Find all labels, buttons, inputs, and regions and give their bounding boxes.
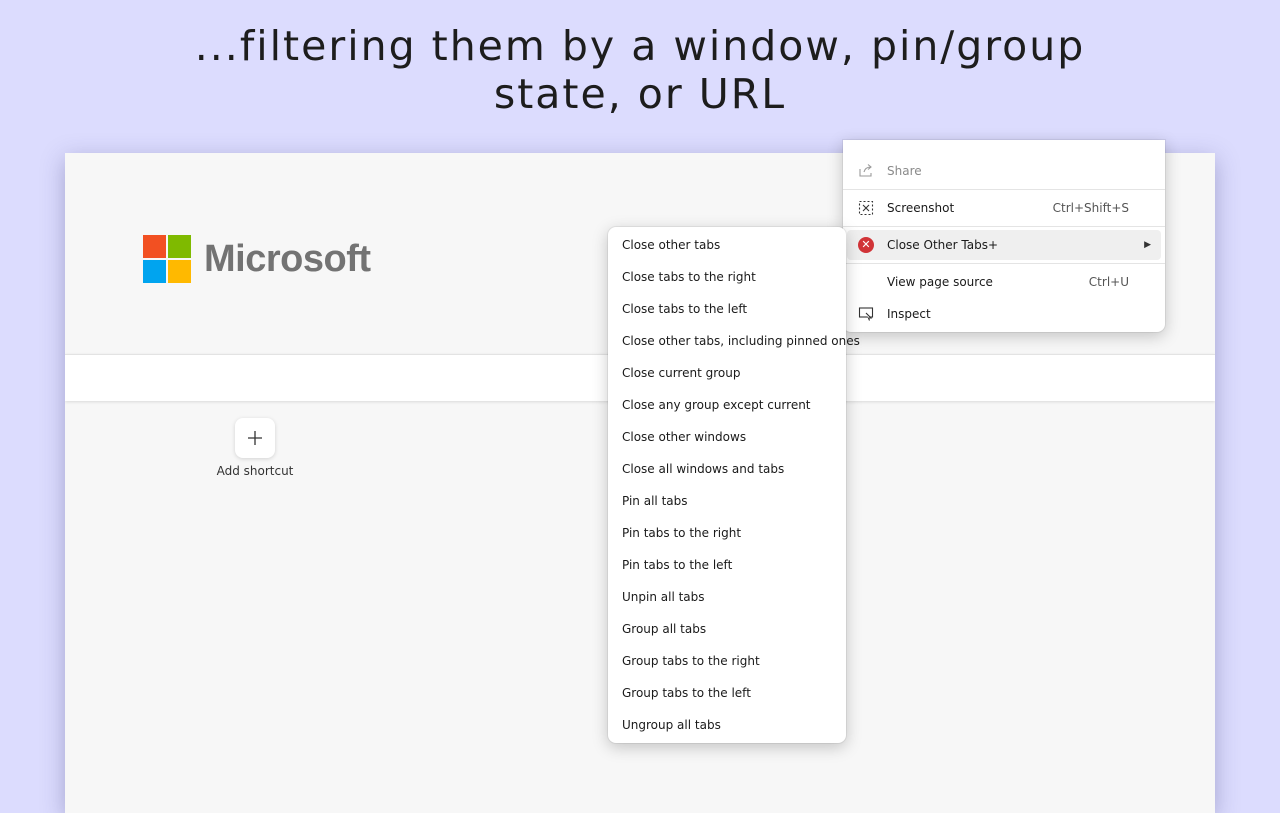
add-shortcut-button[interactable] — [235, 418, 275, 458]
menu-item-close-other-tabs-plus[interactable]: ✕ Close Other Tabs+ ▶ — [847, 230, 1161, 260]
submenu-item-close-other-groups[interactable]: Close any group except current — [622, 389, 842, 421]
close-other-tabs-submenu: Close other tabs Close tabs to the right… — [608, 227, 860, 743]
microsoft-logo: Microsoft — [143, 235, 371, 283]
menu-item-label: Close Other Tabs+ — [887, 238, 999, 252]
menu-item-shortcut: Ctrl+Shift+S — [1052, 201, 1129, 215]
menu-separator — [843, 263, 1165, 264]
menu-item-view-page-source[interactable]: View page source Ctrl+U — [847, 267, 1161, 297]
microsoft-wordmark: Microsoft — [204, 237, 371, 280]
plus-icon — [248, 431, 262, 445]
menu-separator — [843, 189, 1165, 190]
submenu-item-group-tabs-right[interactable]: Group tabs to the right — [622, 645, 842, 677]
submenu-item-ungroup-all-tabs[interactable]: Ungroup all tabs — [622, 709, 842, 741]
extension-close-icon: ✕ — [855, 237, 877, 253]
headline: ...filtering them by a window, pin/group… — [0, 22, 1280, 118]
menu-item-share[interactable]: Share — [847, 156, 1161, 186]
submenu-item-close-other-incl-pinned[interactable]: Close other tabs, including pinned ones — [622, 325, 860, 357]
submenu-item-close-all-windows[interactable]: Close all windows and tabs — [622, 453, 842, 485]
menu-separator — [843, 226, 1165, 227]
submenu-item-group-tabs-left[interactable]: Group tabs to the left — [622, 677, 842, 709]
submenu-item-pin-all-tabs[interactable]: Pin all tabs — [622, 485, 842, 517]
microsoft-squares-icon — [143, 235, 191, 283]
submenu-item-close-tabs-left[interactable]: Close tabs to the left — [622, 293, 842, 325]
headline-line-2: state, or URL — [493, 70, 787, 118]
menu-item-label: Share — [887, 164, 922, 178]
share-icon — [855, 163, 877, 179]
inspect-icon — [855, 306, 877, 322]
add-shortcut-label: Add shortcut — [216, 464, 294, 478]
menu-item-label: Inspect — [887, 307, 931, 321]
submenu-item-close-tabs-right[interactable]: Close tabs to the right — [622, 261, 842, 293]
headline-line-1: ...filtering them by a window, pin/group — [194, 22, 1086, 70]
submenu-item-close-other-windows[interactable]: Close other windows — [622, 421, 842, 453]
submenu-item-unpin-all-tabs[interactable]: Unpin all tabs — [622, 581, 842, 613]
submenu-item-close-current-group[interactable]: Close current group — [622, 357, 842, 389]
menu-item-label: Screenshot — [887, 201, 955, 215]
submenu-item-group-all-tabs[interactable]: Group all tabs — [622, 613, 842, 645]
submenu-item-close-other-tabs[interactable]: Close other tabs — [622, 229, 842, 261]
menu-item-shortcut: Ctrl+U — [1088, 275, 1129, 289]
add-shortcut-tile[interactable]: Add shortcut — [215, 418, 295, 478]
menu-item-label: View page source — [887, 275, 993, 289]
submenu-item-pin-tabs-left[interactable]: Pin tabs to the left — [622, 549, 842, 581]
menu-item-screenshot[interactable]: Screenshot Ctrl+Shift+S — [847, 193, 1161, 223]
menu-item-inspect[interactable]: Inspect — [847, 299, 1161, 329]
screenshot-icon — [855, 200, 877, 216]
submenu-item-pin-tabs-right[interactable]: Pin tabs to the right — [622, 517, 842, 549]
browser-context-menu: Share Screenshot Ctrl+Shift+S ✕ Close Ot… — [843, 140, 1165, 332]
chevron-right-icon: ▶ — [1144, 240, 1151, 250]
